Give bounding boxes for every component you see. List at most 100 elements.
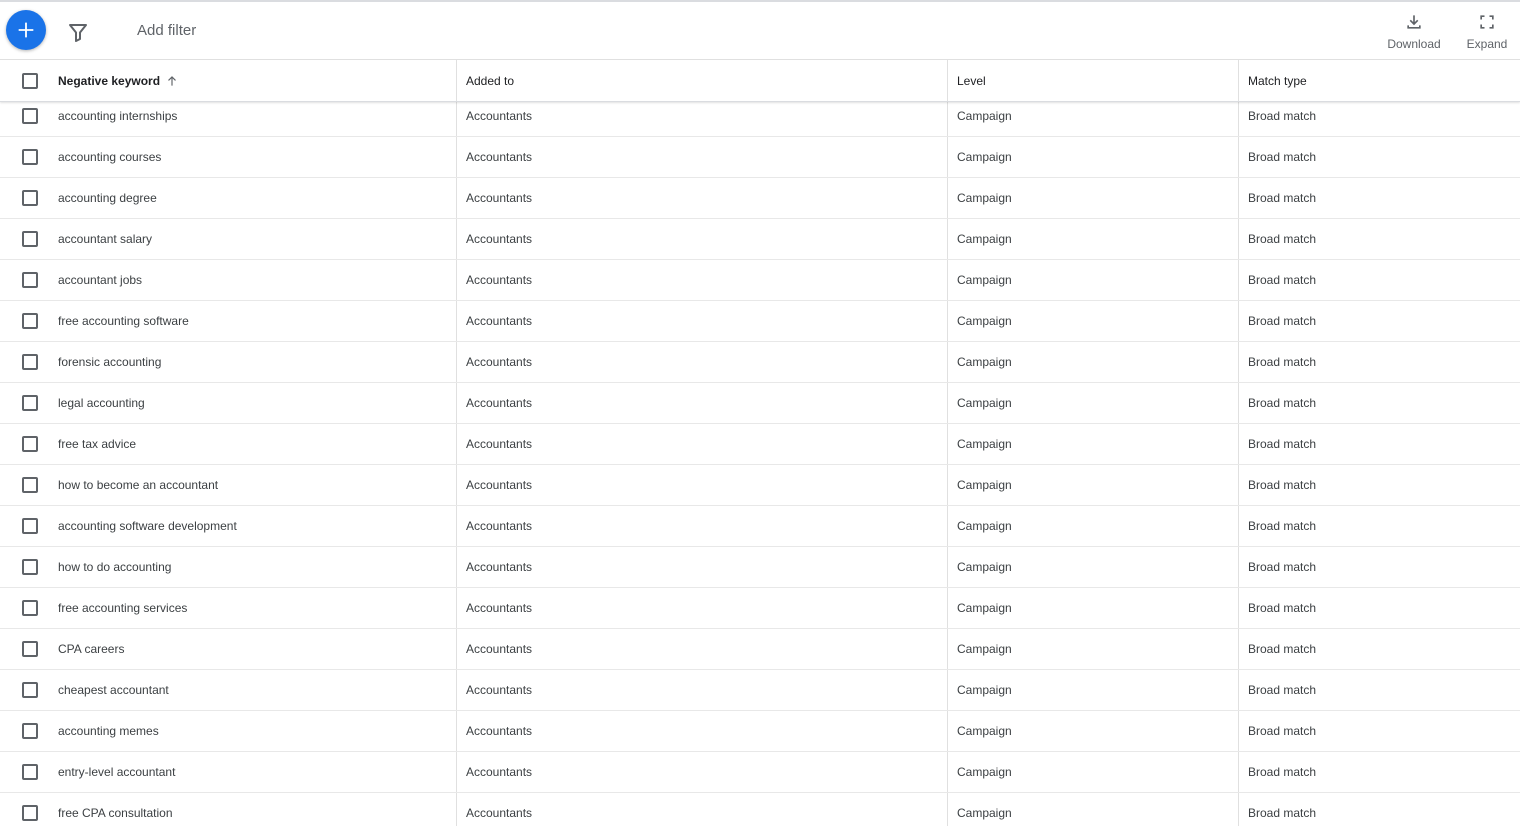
add-negative-keyword-button[interactable] [6, 10, 46, 50]
table-row[interactable]: free CPA consultation Accountants Campaign… [0, 793, 1520, 826]
filter-icon[interactable] [66, 20, 90, 44]
row-checkbox[interactable] [22, 518, 38, 534]
cell-match-type[interactable]: Broad match [1238, 547, 1520, 587]
cell-match-type[interactable]: Broad match [1238, 137, 1520, 177]
negative-keywords-page: Add filter Download Expand Negative keyw… [0, 0, 1520, 826]
row-checkbox-cell [0, 219, 58, 259]
column-header-negative-keyword[interactable]: Negative keyword [58, 60, 456, 101]
row-checkbox[interactable] [22, 477, 38, 493]
table-row[interactable]: accounting degree Accountants Campaign Broa… [0, 178, 1520, 219]
table-row[interactable]: forensic accounting Accountants Campaign Br… [0, 342, 1520, 383]
table-row[interactable]: how to become an accountant Accountants Ca… [0, 465, 1520, 506]
cell-match-type[interactable]: Broad match [1238, 752, 1520, 792]
cell-added-to[interactable]: Accountants [456, 629, 947, 669]
cell-added-to[interactable]: Accountants [456, 711, 947, 751]
table-row[interactable]: legal accounting Accountants Campaign Broad… [0, 383, 1520, 424]
row-checkbox[interactable] [22, 436, 38, 452]
download-button[interactable]: Download [1383, 12, 1445, 51]
cell-match-type[interactable]: Broad match [1238, 96, 1520, 136]
cell-added-to[interactable]: Accountants [456, 219, 947, 259]
column-header-level[interactable]: Level [947, 60, 1238, 101]
cell-match-type[interactable]: Broad match [1238, 465, 1520, 505]
fullscreen-icon [1480, 15, 1494, 29]
row-checkbox[interactable] [22, 805, 38, 821]
cell-level: Campaign [947, 588, 1238, 628]
cell-added-to[interactable]: Accountants [456, 465, 947, 505]
cell-added-to[interactable]: Accountants [456, 670, 947, 710]
add-filter-input[interactable]: Add filter [137, 22, 196, 39]
table-row[interactable]: accounting internships Accountants Campaig… [0, 96, 1520, 137]
table-row[interactable]: how to do accounting Accountants Campaign B… [0, 547, 1520, 588]
cell-match-type[interactable]: Broad match [1238, 342, 1520, 382]
cell-match-type[interactable]: Broad match [1238, 301, 1520, 341]
cell-level: Campaign [947, 629, 1238, 669]
cell-match-type[interactable]: Broad match [1238, 260, 1520, 300]
cell-negative-keyword: free accounting services [58, 601, 188, 615]
row-checkbox[interactable] [22, 231, 38, 247]
row-checkbox[interactable] [22, 313, 38, 329]
row-checkbox[interactable] [22, 149, 38, 165]
table-row[interactable]: cheapest accountant Accountants Campaign Br… [0, 670, 1520, 711]
cell-match-type[interactable]: Broad match [1238, 588, 1520, 628]
cell-added-to[interactable]: Accountants [456, 178, 947, 218]
cell-match-type[interactable]: Broad match [1238, 711, 1520, 751]
cell-added-to[interactable]: Accountants [456, 301, 947, 341]
row-checkbox-cell [0, 752, 58, 792]
table-row[interactable]: accountant salary Accountants Campaign Broa… [0, 219, 1520, 260]
expand-button[interactable]: Expand [1462, 12, 1512, 51]
cell-match-type[interactable]: Broad match [1238, 383, 1520, 423]
row-checkbox[interactable] [22, 108, 38, 124]
cell-added-to[interactable]: Accountants [456, 260, 947, 300]
select-all-checkbox[interactable] [22, 72, 38, 89]
table-row[interactable]: accounting memes Accountants Campaign Broad… [0, 711, 1520, 752]
row-checkbox[interactable] [22, 723, 38, 739]
row-checkbox[interactable] [22, 354, 38, 370]
row-checkbox[interactable] [22, 600, 38, 616]
column-header-match-type[interactable]: Match type [1238, 60, 1520, 101]
cell-level: Campaign [947, 670, 1238, 710]
table-row[interactable]: free tax advice Accountants Campaign Broad … [0, 424, 1520, 465]
cell-match-type[interactable]: Broad match [1238, 629, 1520, 669]
table-row[interactable]: accounting courses Accountants Campaign Bro… [0, 137, 1520, 178]
cell-added-to[interactable]: Accountants [456, 588, 947, 628]
cell-match-type[interactable]: Broad match [1238, 793, 1520, 826]
download-icon [1407, 15, 1421, 29]
row-checkbox-cell [0, 629, 58, 669]
table-row[interactable]: CPA careers Accountants Campaign Broad matc… [0, 629, 1520, 670]
cell-level: Campaign [947, 137, 1238, 177]
row-checkbox[interactable] [22, 395, 38, 411]
row-checkbox[interactable] [22, 559, 38, 575]
table-row[interactable]: free accounting software Accountants Campa… [0, 301, 1520, 342]
cell-match-type[interactable]: Broad match [1238, 219, 1520, 259]
column-header-added-to[interactable]: Added to [456, 60, 947, 101]
column-header-label: Added to [466, 73, 515, 88]
cell-added-to[interactable]: Accountants [456, 752, 947, 792]
table-row[interactable]: entry-level accountant Accountants Campaig… [0, 752, 1520, 793]
cell-added-to[interactable]: Accountants [456, 137, 947, 177]
table-row[interactable]: accountant jobs Accountants Campaign Broad … [0, 260, 1520, 301]
cell-match-type[interactable]: Broad match [1238, 178, 1520, 218]
table-row[interactable]: free accounting services Accountants Campa… [0, 588, 1520, 629]
row-checkbox[interactable] [22, 190, 38, 206]
table-row[interactable]: accounting software development Accountan… [0, 506, 1520, 547]
cell-added-to[interactable]: Accountants [456, 383, 947, 423]
row-checkbox[interactable] [22, 682, 38, 698]
cell-level: Campaign [947, 219, 1238, 259]
cell-added-to[interactable]: Accountants [456, 506, 947, 546]
sort-ascending-icon[interactable] [165, 74, 179, 88]
row-checkbox[interactable] [22, 764, 38, 780]
cell-match-type[interactable]: Broad match [1238, 424, 1520, 464]
cell-added-to[interactable]: Accountants [456, 793, 947, 826]
cell-negative-keyword: legal accounting [58, 396, 145, 410]
row-checkbox[interactable] [22, 272, 38, 288]
cell-added-to[interactable]: Accountants [456, 342, 947, 382]
row-checkbox[interactable] [22, 641, 38, 657]
cell-added-to[interactable]: Accountants [456, 96, 947, 136]
cell-match-type[interactable]: Broad match [1238, 670, 1520, 710]
cell-negative-keyword: accounting degree [58, 191, 157, 205]
cell-level: Campaign [947, 301, 1238, 341]
cell-added-to[interactable]: Accountants [456, 547, 947, 587]
cell-added-to[interactable]: Accountants [456, 424, 947, 464]
cell-match-type[interactable]: Broad match [1238, 506, 1520, 546]
row-checkbox-cell [0, 178, 58, 218]
